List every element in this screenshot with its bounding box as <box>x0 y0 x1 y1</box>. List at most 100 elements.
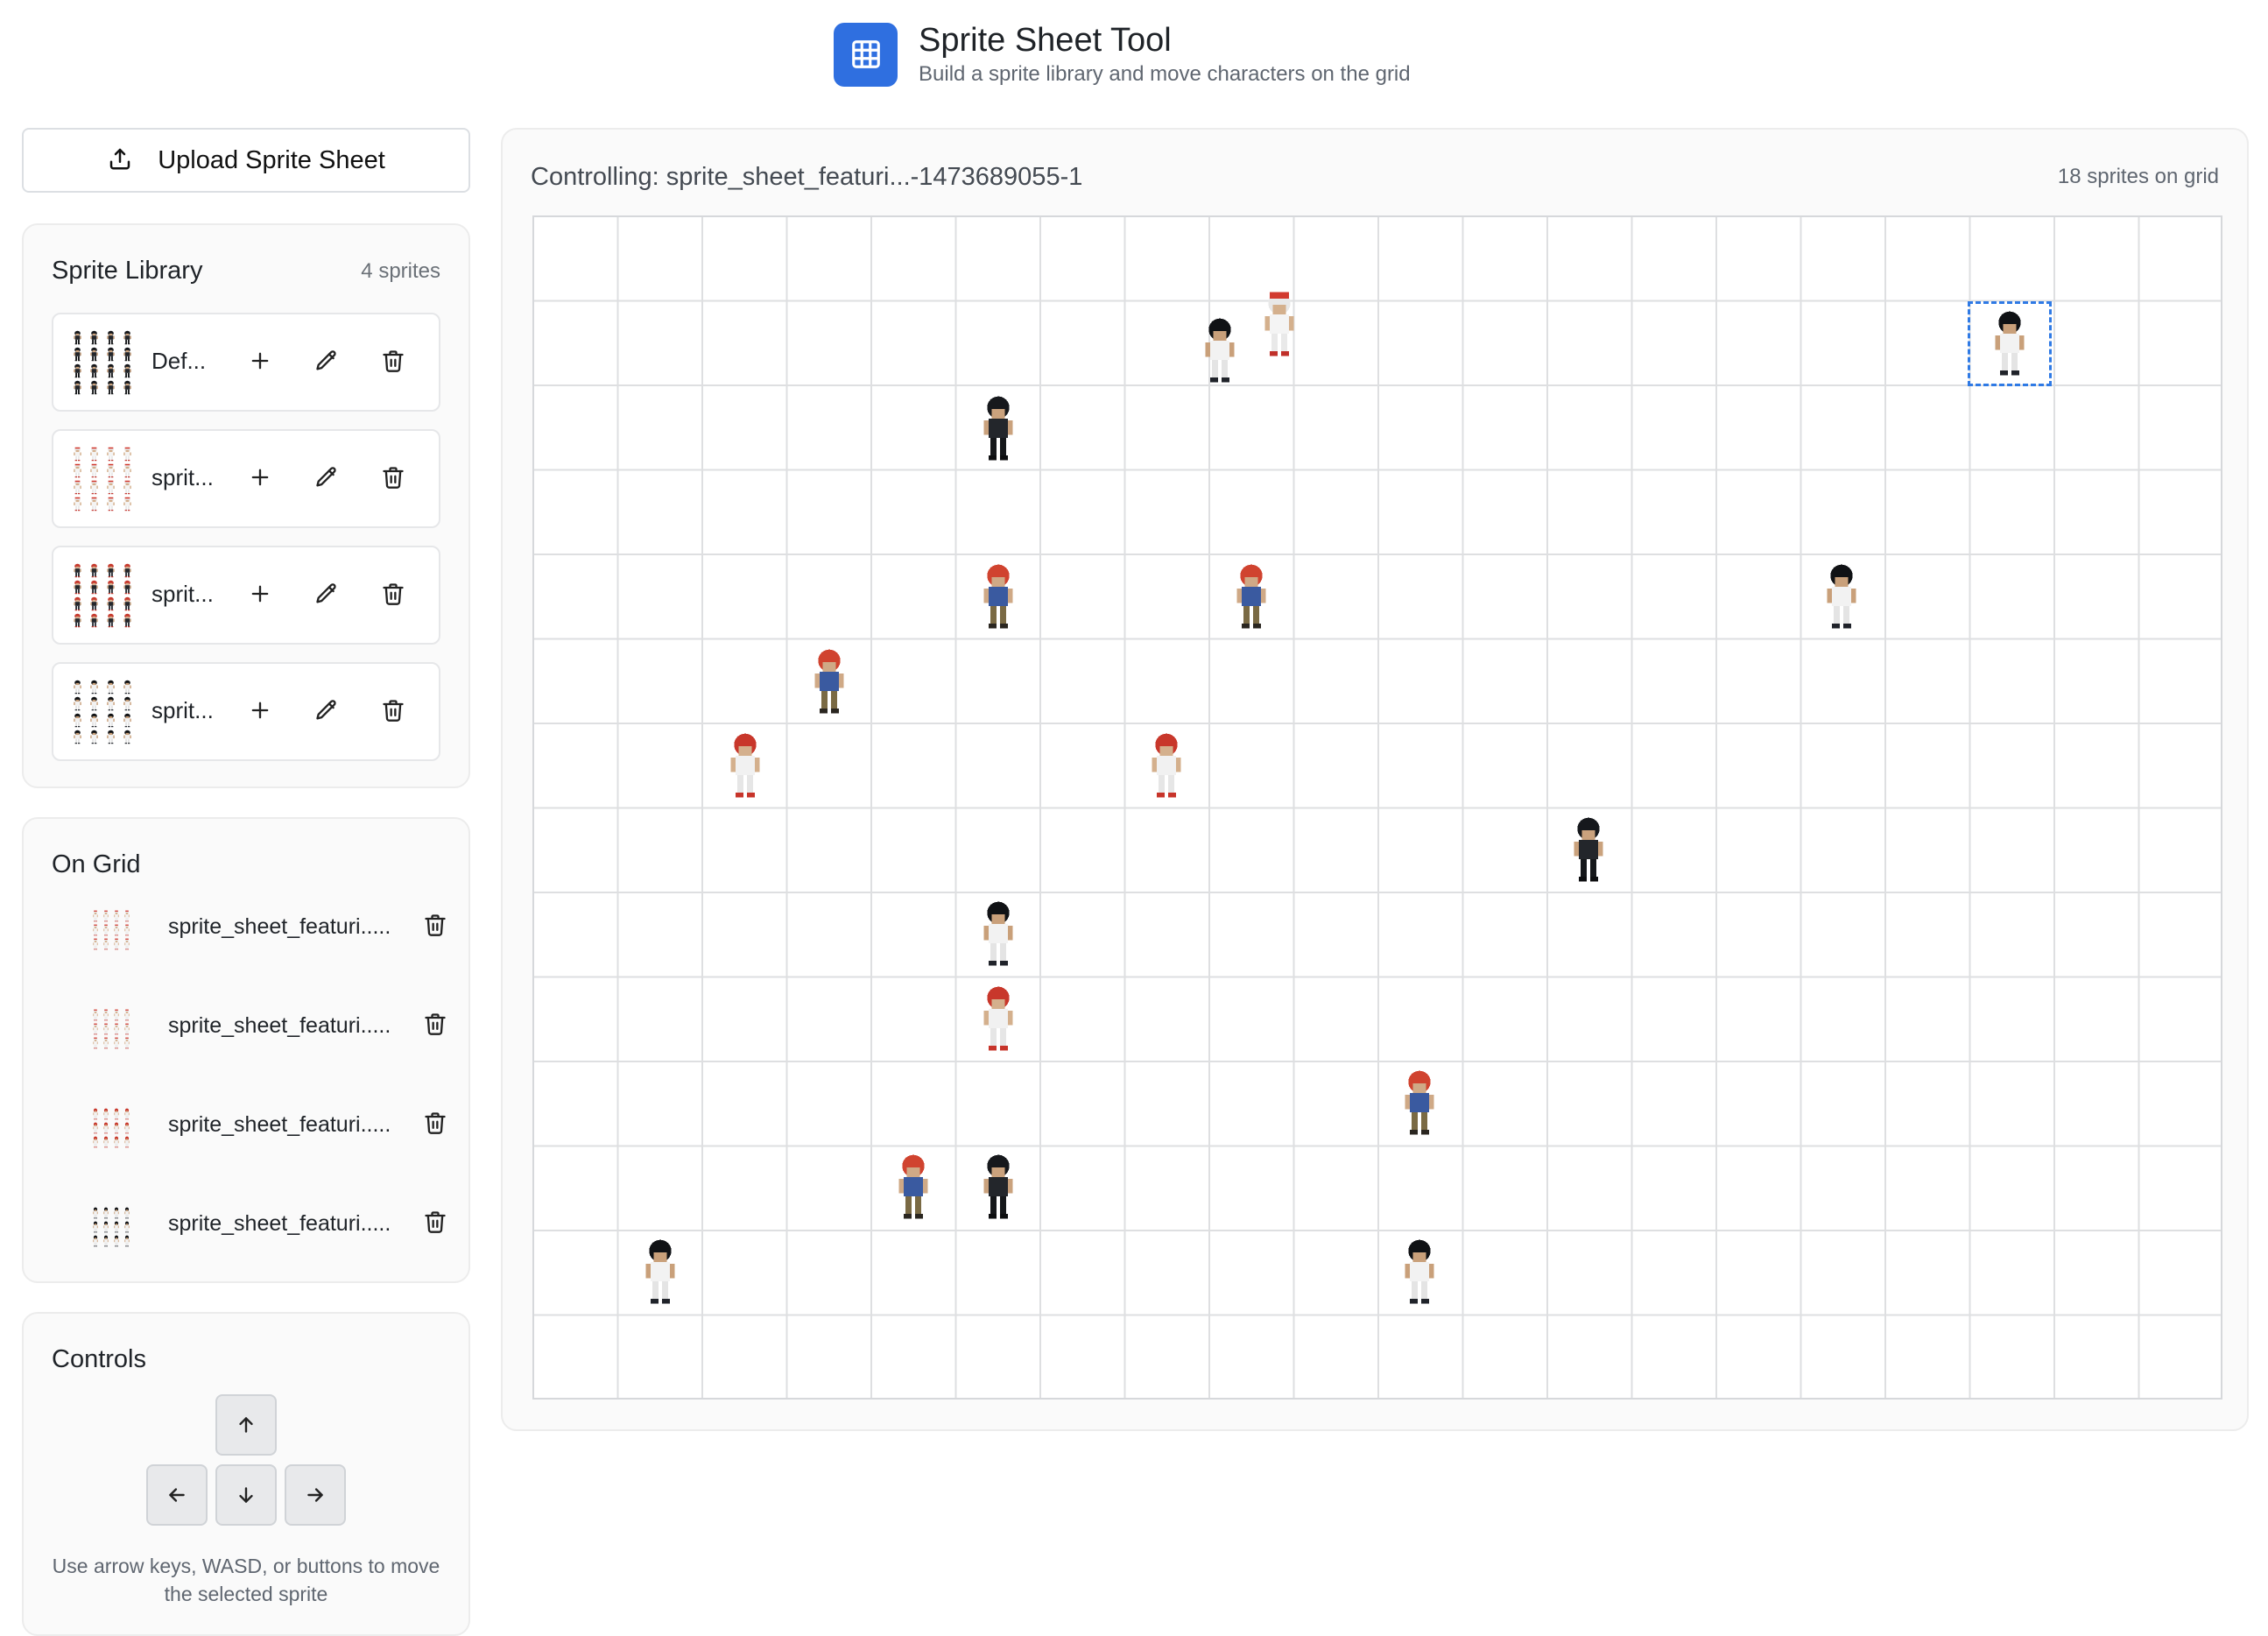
library-item[interactable]: sprit... <box>52 429 440 528</box>
on-grid-item[interactable]: sprite_sheet_featuri..... <box>67 902 446 951</box>
delete-sprite-button[interactable] <box>374 343 412 382</box>
library-item[interactable]: sprit... <box>52 546 440 645</box>
move-left-button[interactable] <box>146 1464 208 1526</box>
grid-icon <box>834 22 898 87</box>
move-up-button[interactable] <box>215 1394 277 1456</box>
sprite-thumbnail <box>90 1206 132 1248</box>
on-grid-title: On Grid <box>52 850 141 878</box>
grid-sprite[interactable] <box>1232 561 1271 631</box>
app-subtitle: Build a sprite library and move characte… <box>919 62 1411 86</box>
arrow-down-icon <box>239 1487 253 1503</box>
sprite-library-count: 4 sprites <box>361 258 440 283</box>
edit-sprite-button[interactable] <box>307 693 346 731</box>
sprite-sheet-thumbnail <box>69 562 136 629</box>
sprite-thumbnail <box>90 1008 132 1050</box>
trash-icon <box>423 913 447 941</box>
grid-sprite[interactable] <box>1822 561 1861 631</box>
app-title: Sprite Sheet Tool <box>919 22 1172 59</box>
library-item-name: sprit... <box>151 464 214 490</box>
edit-sprite-button[interactable] <box>307 460 346 498</box>
sprite-sheet-thumbnail <box>69 446 136 512</box>
plus-icon <box>248 465 272 494</box>
remove-from-grid-button[interactable] <box>416 1006 454 1045</box>
edit-sprite-button[interactable] <box>307 343 346 382</box>
on-grid-item-name: sprite_sheet_featuri..... <box>168 1112 391 1137</box>
grid-sprite[interactable] <box>641 1237 680 1307</box>
on-grid-item[interactable]: sprite_sheet_featuri..... <box>67 1100 446 1149</box>
pencil-icon <box>314 349 339 377</box>
move-down-button[interactable] <box>215 1464 277 1526</box>
add-to-grid-button[interactable] <box>241 460 279 498</box>
grid-sprite[interactable] <box>1400 1237 1439 1307</box>
trash-icon <box>381 582 405 610</box>
sprite-thumbnail <box>90 909 132 951</box>
grid-sprite[interactable] <box>894 1152 933 1222</box>
on-grid-item-name: sprite_sheet_featuri..... <box>168 1211 391 1236</box>
app-header: Sprite Sheet Tool Build a sprite library… <box>834 19 1411 89</box>
add-to-grid-button[interactable] <box>241 693 279 731</box>
trash-icon <box>381 465 405 494</box>
trash-icon <box>423 1012 447 1040</box>
grid-sprite[interactable] <box>726 730 764 800</box>
arrow-right-icon <box>307 1488 323 1502</box>
library-item[interactable]: Def... <box>52 313 440 412</box>
grid-sprite[interactable] <box>1260 289 1299 359</box>
grid-sprite[interactable] <box>979 393 1018 463</box>
library-item-name: sprit... <box>151 697 214 723</box>
pencil-icon <box>314 698 339 727</box>
plus-icon <box>248 349 272 377</box>
sprite-thumbnail <box>90 1107 132 1149</box>
on-grid-item-name: sprite_sheet_featuri..... <box>168 914 391 939</box>
remove-from-grid-button[interactable] <box>416 907 454 946</box>
plus-icon <box>248 698 272 727</box>
controls-hint: Use arrow keys, WASD, or buttons to move… <box>52 1555 440 1605</box>
remove-from-grid-button[interactable] <box>416 1204 454 1243</box>
grid-panel: Controlling: sprite_sheet_featuri...-147… <box>501 128 2249 1431</box>
pencil-icon <box>314 465 339 494</box>
on-grid-item[interactable]: sprite_sheet_featuri..... <box>67 1001 446 1050</box>
sprite-sheet-thumbnail <box>69 679 136 745</box>
controls-title: Controls <box>52 1345 146 1373</box>
library-item-name: sprit... <box>151 581 214 607</box>
on-grid-item-name: sprite_sheet_featuri..... <box>168 1013 391 1038</box>
library-item[interactable]: sprit... <box>52 662 440 761</box>
sprite-library-panel: Sprite Library 4 sprites Def... sprit...… <box>22 223 470 788</box>
grid-sprite[interactable] <box>1147 730 1186 800</box>
delete-sprite-button[interactable] <box>374 460 412 498</box>
trash-icon <box>381 349 405 377</box>
grid-sprite[interactable] <box>979 1152 1018 1222</box>
upload-icon <box>107 145 133 176</box>
delete-sprite-button[interactable] <box>374 693 412 731</box>
trash-icon <box>381 698 405 727</box>
grid-sprite[interactable] <box>979 899 1018 969</box>
upload-label: Upload Sprite Sheet <box>158 145 385 174</box>
edit-sprite-button[interactable] <box>307 576 346 615</box>
controlling-label: Controlling: sprite_sheet_featuri...-147… <box>531 163 1083 191</box>
grid-sprite[interactable] <box>1201 315 1239 385</box>
grid-sprite[interactable] <box>1400 1068 1439 1138</box>
trash-icon <box>423 1209 447 1238</box>
sprite-library-title: Sprite Library <box>52 257 203 285</box>
sprite-grid[interactable] <box>532 215 2222 1400</box>
grid-sprite[interactable] <box>810 646 849 716</box>
on-grid-item[interactable]: sprite_sheet_featuri..... <box>67 1199 446 1248</box>
plus-icon <box>248 582 272 610</box>
controls-panel: Controls Use arrow keys, WASD, or button… <box>22 1312 470 1636</box>
on-grid-panel: On Grid sprite_sheet_featuri..... sprite… <box>22 817 470 1283</box>
add-to-grid-button[interactable] <box>241 343 279 382</box>
arrow-up-icon <box>239 1417 253 1433</box>
delete-sprite-button[interactable] <box>374 576 412 615</box>
add-to-grid-button[interactable] <box>241 576 279 615</box>
grid-sprite[interactable] <box>979 561 1018 631</box>
grid-sprite[interactable] <box>1569 814 1608 885</box>
sprite-count: 18 sprites on grid <box>2057 165 2219 188</box>
arrow-left-icon <box>169 1488 185 1502</box>
sprite-sheet-thumbnail <box>69 329 136 396</box>
upload-sprite-sheet-button[interactable]: Upload Sprite Sheet <box>22 128 470 193</box>
library-item-name: Def... <box>151 348 207 374</box>
pencil-icon <box>314 582 339 610</box>
selected-cell-outline <box>1968 301 2053 386</box>
move-right-button[interactable] <box>285 1464 346 1526</box>
remove-from-grid-button[interactable] <box>416 1105 454 1144</box>
grid-sprite[interactable] <box>979 984 1018 1054</box>
